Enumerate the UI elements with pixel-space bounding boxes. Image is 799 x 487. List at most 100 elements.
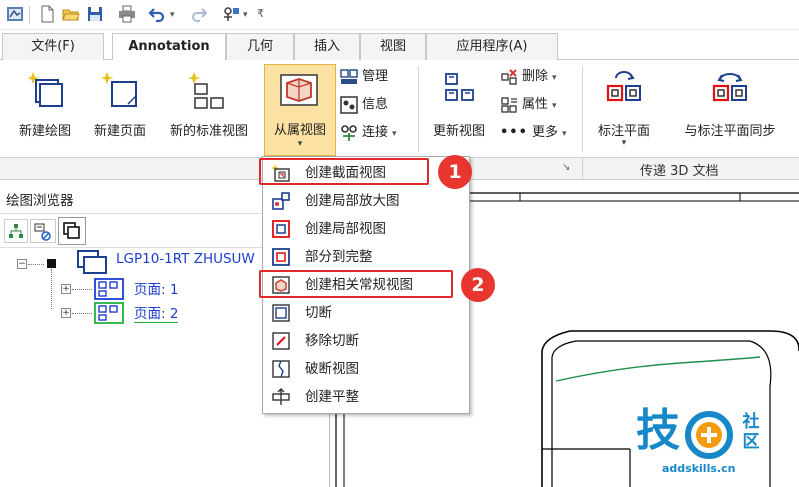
root-node-icon [47,259,56,268]
page1-expand-icon[interactable]: + [61,284,71,294]
callout-badge-1: 1 [438,155,472,189]
dependent-view-button[interactable]: 从属视图 ▾ [264,64,336,156]
app-icon[interactable] [6,5,24,23]
new-page-button[interactable]: 新建页面 [84,64,156,144]
qat-more-icon[interactable]: ₹ [257,7,264,20]
connect-button[interactable]: 连接 ▾ [340,122,397,144]
tab-annotation[interactable]: Annotation [112,33,226,61]
root-node-label[interactable]: LGP10-1RT ZHUSUW [116,251,255,267]
menu-item-label: 创建平整 [305,389,359,405]
ribbon-separator [418,66,419,152]
standard-view-icon [189,72,224,109]
root-collapse-icon[interactable]: − [17,259,27,269]
menu-item-broken-view[interactable]: 破断视图 [263,355,469,383]
tree-line [72,313,92,314]
more-button[interactable]: ••• 更多 ▾ [500,122,566,144]
dependent-view-icon [280,74,318,106]
menu-item-label: 切断 [305,305,332,321]
menu-item-label: 创建局部视图 [305,221,386,237]
delete-icon [501,69,517,85]
partial-view-icon [272,220,290,238]
redo-icon[interactable] [190,5,208,23]
new-drawing-button[interactable]: 新建绘图 [6,64,84,144]
properties-label: 属性 [522,97,549,112]
connect-icon [341,125,357,141]
pages-tab[interactable] [58,217,86,245]
broken-view-icon [272,360,290,378]
tree-line [51,269,52,309]
sync-annotation-plane-button[interactable]: 与标注平面同步 [666,64,794,144]
flatten-icon [272,388,290,405]
group-3d-label: 传递 3D 文档 [640,164,719,179]
connect-dropdown-icon: ▾ [392,129,397,139]
annotation-plane-icon [606,71,641,102]
watermark-plus-icon [685,411,733,459]
undo-dropdown-icon[interactable]: ▾ [170,10,175,20]
menu-item-create-flatten[interactable]: 创建平整 [263,383,469,411]
ribbon-tabs: 文件(F) Annotation 几何 插入 视图 应用程序(A) [0,30,799,61]
new-standard-view-button[interactable]: 新的标准视图 [156,64,262,144]
menu-item-cut[interactable]: 切断 [263,299,469,327]
dependent-view-dropdown-icon: ▾ [297,139,303,149]
annotation-plane-label: 标注平面 [597,124,650,139]
drawing-browser-title: 绘图浏览器 [6,193,74,209]
tree-view-tab[interactable] [4,219,28,243]
menu-item-label: 破断视图 [305,361,359,377]
sync-annotation-plane-icon [712,73,747,102]
tree-line [28,264,44,265]
tab-file[interactable]: 文件(F) [2,33,104,60]
watermark-main-char: 技 [636,405,680,456]
sync-annotation-plane-label: 与标注平面同步 [684,124,776,139]
layers-tab[interactable] [30,219,56,243]
delete-label: 删除 [522,69,549,84]
menu-item-create-detail-view[interactable]: 创建局部放大图 [263,187,469,215]
properties-dropdown-icon: ▾ [552,101,557,111]
menu-item-label: 部分到完整 [305,249,373,265]
watermark-url: addskills.cn [662,462,736,475]
group-dialog-launcher-icon[interactable]: ↘ [562,162,570,173]
update-view-label: 更新视图 [432,124,485,139]
group-separator [582,158,583,180]
delete-button[interactable]: 删除 ▾ [500,66,557,88]
partial-to-full-icon [272,248,290,266]
customize-tool-icon[interactable] [222,5,240,23]
tab-geometry[interactable]: 几何 [226,33,294,60]
layers-icon [34,223,51,241]
ribbon-panel: 新建绘图 新建页面 新的标准视图 从属视图 ▾ 管理 信息 连接 ▾ 更新视图 删… [0,60,799,158]
undo-icon[interactable] [148,5,166,23]
open-folder-icon[interactable] [62,5,80,23]
annotation-plane-dropdown-icon: ▾ [621,138,627,148]
print-icon[interactable] [118,5,136,23]
tab-view[interactable]: 视图 [360,33,426,60]
menu-item-partial-to-full[interactable]: 部分到完整 [263,243,469,271]
new-drawing-label: 新建绘图 [18,124,71,139]
page2-icon [94,302,124,324]
tab-insert[interactable]: 插入 [294,33,360,60]
properties-button[interactable]: 属性 ▾ [500,94,557,116]
info-button[interactable]: 信息 [340,94,388,116]
update-view-button[interactable]: 更新视图 [422,64,496,144]
page2-expand-icon[interactable]: + [61,308,71,318]
save-icon[interactable] [86,5,104,23]
page2-label[interactable]: 页面: 2 [134,302,179,323]
quick-access-toolbar: ▾ ▾ ₹ [0,0,799,30]
highlight-box-section-view [259,158,429,185]
manage-label: 管理 [362,69,389,84]
connect-label: 连接 [362,125,389,140]
customize-dropdown-icon[interactable]: ▾ [243,10,248,20]
tree-line [72,289,92,290]
page1-label[interactable]: 页面: 1 [134,278,178,298]
new-drawing-icon [28,72,63,107]
menu-item-label: 创建局部放大图 [305,193,400,209]
qat-divider [29,6,30,24]
new-file-icon[interactable] [38,5,56,23]
tab-applications[interactable]: 应用程序(A) [426,33,558,60]
ribbon-separator [582,66,583,152]
annotation-plane-button[interactable]: 标注平面 ▾ [586,64,662,156]
manage-icon [340,69,358,84]
menu-item-remove-cut[interactable]: 移除切断 [263,327,469,355]
menu-item-create-partial-view[interactable]: 创建局部视图 [263,215,469,243]
manage-button[interactable]: 管理 [340,66,388,88]
page1-icon [94,278,124,300]
remove-cut-icon [272,332,290,350]
